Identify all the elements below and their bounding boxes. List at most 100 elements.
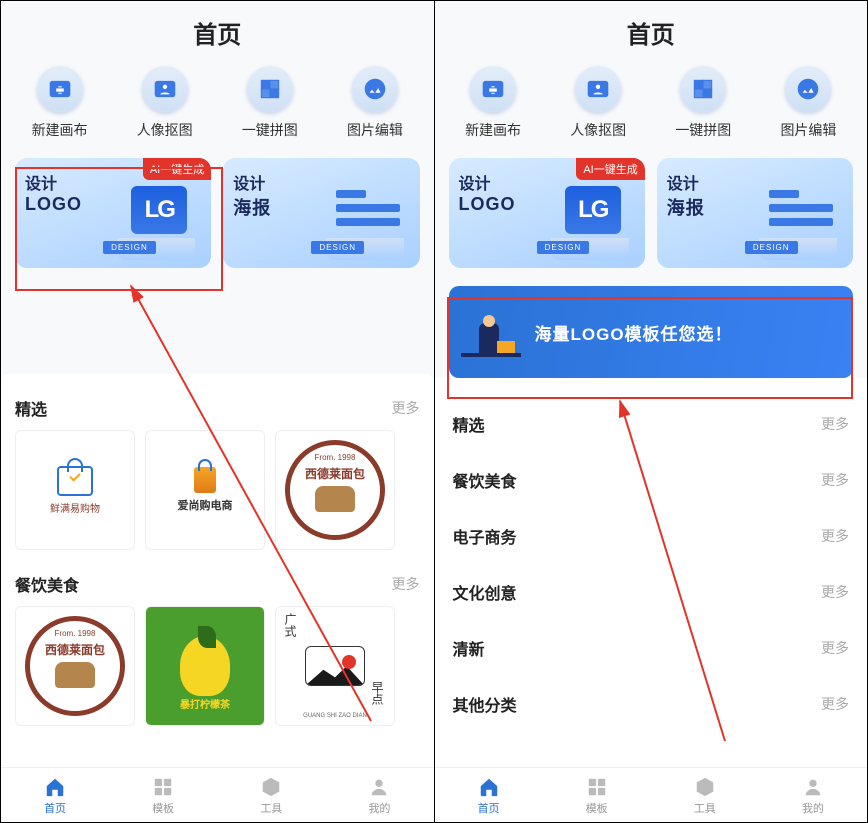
profile-icon: [802, 776, 824, 798]
feature-cards: AI一键生成 设计 LOGO LG DESIGN 设计 海报 DESIGN: [1, 152, 434, 274]
puzzle-icon: [680, 66, 726, 112]
toolbar: 新建画布 人像抠图 一键拼图 图片编辑: [435, 62, 868, 152]
icon-label: 新建画布: [465, 120, 521, 140]
more-link[interactable]: 更多: [821, 526, 849, 546]
thumbnail-list: 鲜满易购物 爱尚购电商 From. 1998 西德莱面包: [15, 430, 420, 550]
bottom-nav: 首页 模板 工具 我的: [1, 767, 434, 822]
nav-profile[interactable]: 我的: [759, 768, 867, 822]
image-edit-button[interactable]: 图片编辑: [347, 66, 403, 140]
template-banner[interactable]: 海量LOGO模板任您选！: [449, 286, 854, 378]
nav-templates[interactable]: 模板: [543, 768, 651, 822]
template-thumbnail[interactable]: 广式 早点 GUANG SHI ZAO DIAN: [275, 606, 395, 726]
more-link[interactable]: 更多: [821, 414, 849, 434]
thumb-text2: 早点: [369, 681, 386, 705]
plus-icon: [470, 66, 516, 112]
icon-label: 人像抠图: [570, 120, 626, 140]
tools-icon: [260, 776, 282, 798]
category-item[interactable]: 电子商务 更多: [453, 508, 850, 564]
right-screen: 首页 新建画布 人像抠图 一键拼图 图片编辑 AI一键生成 设计: [435, 1, 868, 822]
template-thumbnail[interactable]: From. 1998 西德莱面包: [275, 430, 395, 550]
thumb-name: 西德莱面包: [305, 465, 365, 482]
more-link[interactable]: 更多: [392, 398, 420, 418]
design-logo-card[interactable]: AI一键生成 设计 LOGO LG DESIGN: [449, 158, 645, 268]
image-icon: [785, 66, 831, 112]
template-thumbnail[interactable]: From. 1998 西德莱面包: [15, 606, 135, 726]
design-logo-card[interactable]: AI一键生成 设计 LOGO LG DESIGN: [15, 158, 211, 268]
person-icon: [142, 66, 188, 112]
ai-badge: AI一键生成: [143, 158, 211, 180]
more-link[interactable]: 更多: [821, 694, 849, 714]
new-canvas-button[interactable]: 新建画布: [465, 66, 521, 140]
category-item[interactable]: 精选 更多: [453, 396, 850, 452]
icon-label: 人像抠图: [137, 120, 193, 140]
design-tag: DESIGN: [537, 241, 590, 254]
icon-label: 一键拼图: [242, 120, 298, 140]
template-thumbnail[interactable]: 鲜满易购物: [15, 430, 135, 550]
icon-label: 一键拼图: [675, 120, 731, 140]
home-icon: [44, 776, 66, 798]
more-link[interactable]: 更多: [821, 582, 849, 602]
page-title: 首页: [435, 1, 868, 62]
toolbar: 新建画布 人像抠图 一键拼图 图片编辑: [1, 62, 434, 152]
nav-profile[interactable]: 我的: [325, 768, 433, 822]
template-thumbnail[interactable]: 爱尚购电商: [145, 430, 265, 550]
templates-icon: [152, 776, 174, 798]
plus-icon: [37, 66, 83, 112]
profile-icon: [368, 776, 390, 798]
more-link[interactable]: 更多: [392, 574, 420, 594]
home-icon: [478, 776, 500, 798]
portrait-cutout-button[interactable]: 人像抠图: [137, 66, 193, 140]
thumb-text1: 广式: [282, 613, 299, 637]
template-thumbnail[interactable]: 暴打柠檬茶: [145, 606, 265, 726]
collage-button[interactable]: 一键拼图: [242, 66, 298, 140]
more-link[interactable]: 更多: [821, 638, 849, 658]
category-item[interactable]: 餐饮美食 更多: [453, 452, 850, 508]
design-poster-card[interactable]: 设计 海报 DESIGN: [223, 158, 419, 268]
section-food: 餐饮美食 更多 From. 1998 西德莱面包 暴打柠檬茶: [1, 560, 434, 730]
design-poster-card[interactable]: 设计 海报 DESIGN: [657, 158, 853, 268]
icon-label: 图片编辑: [780, 120, 836, 140]
feature-cards: AI一键生成 设计 LOGO LG DESIGN 设计 海报 DESIGN: [435, 152, 868, 274]
thumb-from: From. 1998: [315, 453, 356, 462]
collage-button[interactable]: 一键拼图: [675, 66, 731, 140]
banner-text: 海量LOGO模板任您选！: [535, 320, 733, 345]
category-title: 其他分类: [453, 692, 517, 716]
nav-templates[interactable]: 模板: [109, 768, 217, 822]
section-title: 餐饮美食: [15, 572, 79, 596]
icon-label: 新建画布: [32, 120, 88, 140]
left-screen: 首页 新建画布 人像抠图 一键拼图 图片编辑 AI一键生成 设计: [1, 1, 435, 822]
thumb-from: From. 1998: [55, 629, 96, 638]
category-title: 文化创意: [453, 580, 517, 604]
nav-home[interactable]: 首页: [435, 768, 543, 822]
new-canvas-button[interactable]: 新建画布: [32, 66, 88, 140]
nav-tools[interactable]: 工具: [217, 768, 325, 822]
design-tag: DESIGN: [311, 241, 364, 254]
thumb-label: 鲜满易购物: [50, 500, 100, 515]
category-item[interactable]: 清新 更多: [453, 620, 850, 676]
person-icon: [575, 66, 621, 112]
portrait-cutout-button[interactable]: 人像抠图: [570, 66, 626, 140]
more-link[interactable]: 更多: [821, 470, 849, 490]
section-featured: 精选 更多 鲜满易购物 爱尚购电商 From. 1998: [1, 384, 434, 554]
banner-illustration: [461, 297, 531, 367]
nav-label: 首页: [44, 800, 66, 816]
nav-tools[interactable]: 工具: [651, 768, 759, 822]
section-title: 精选: [15, 396, 47, 420]
design-tag: DESIGN: [745, 241, 798, 254]
nav-label: 我的: [802, 800, 824, 816]
image-edit-button[interactable]: 图片编辑: [780, 66, 836, 140]
templates-icon: [586, 776, 608, 798]
thumb-label: 暴打柠檬茶: [180, 696, 230, 711]
design-tag: DESIGN: [103, 241, 156, 254]
nav-label: 工具: [260, 800, 282, 816]
category-item[interactable]: 文化创意 更多: [453, 564, 850, 620]
content-area: 精选 更多 鲜满易购物 爱尚购电商 From. 1998: [1, 374, 434, 767]
bottom-nav: 首页 模板 工具 我的: [435, 767, 868, 822]
nav-home[interactable]: 首页: [1, 768, 109, 822]
category-item[interactable]: 其他分类 更多: [453, 676, 850, 732]
category-title: 电子商务: [453, 524, 517, 548]
thumb-label: 爱尚购电商: [178, 497, 233, 513]
thumb-sub: GUANG SHI ZAO DIAN: [303, 713, 367, 719]
image-icon: [352, 66, 398, 112]
ai-badge: AI一键生成: [576, 158, 644, 180]
